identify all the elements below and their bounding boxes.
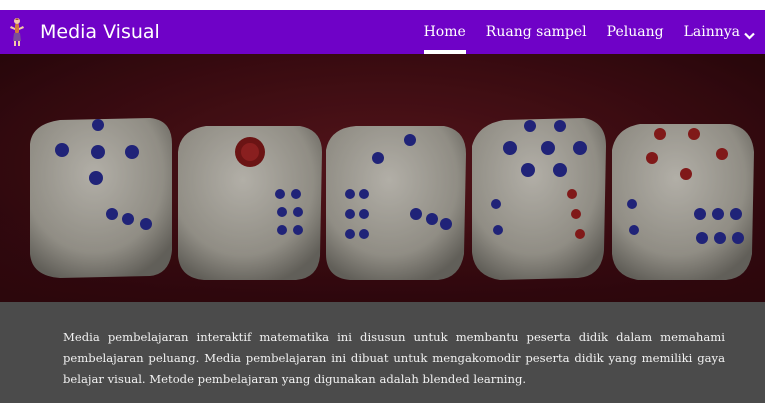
nav-ruang-sampel[interactable]: Ruang sampel (476, 10, 597, 54)
hero-banner (0, 54, 765, 302)
nav-ruang-sampel-label: Ruang sampel (485, 24, 587, 40)
intro-paragraph: Media pembelajaran interaktif matematika… (63, 330, 725, 386)
figure-logo-icon (8, 17, 26, 47)
dice-banner-image (0, 54, 765, 302)
nav-home-label: Home (423, 24, 466, 40)
nav-menu: Home Ruang sampel Peluang Lainnya (414, 10, 765, 54)
brand-link[interactable]: Media Visual (8, 17, 160, 47)
nav-peluang-label: Peluang (606, 24, 664, 40)
page: Media Visual Home Ruang sampel Peluang L… (0, 0, 765, 403)
intro-section: Media pembelajaran interaktif matematika… (0, 302, 765, 403)
nav-lainnya-dropdown[interactable]: Lainnya (674, 10, 765, 54)
nav-peluang[interactable]: Peluang (597, 10, 674, 54)
nav-lainnya-label: Lainnya (683, 24, 740, 40)
navbar: Media Visual Home Ruang sampel Peluang L… (0, 10, 765, 54)
brand-title: Media Visual (40, 21, 160, 43)
chevron-down-icon (744, 28, 755, 40)
nav-home[interactable]: Home (414, 10, 476, 54)
